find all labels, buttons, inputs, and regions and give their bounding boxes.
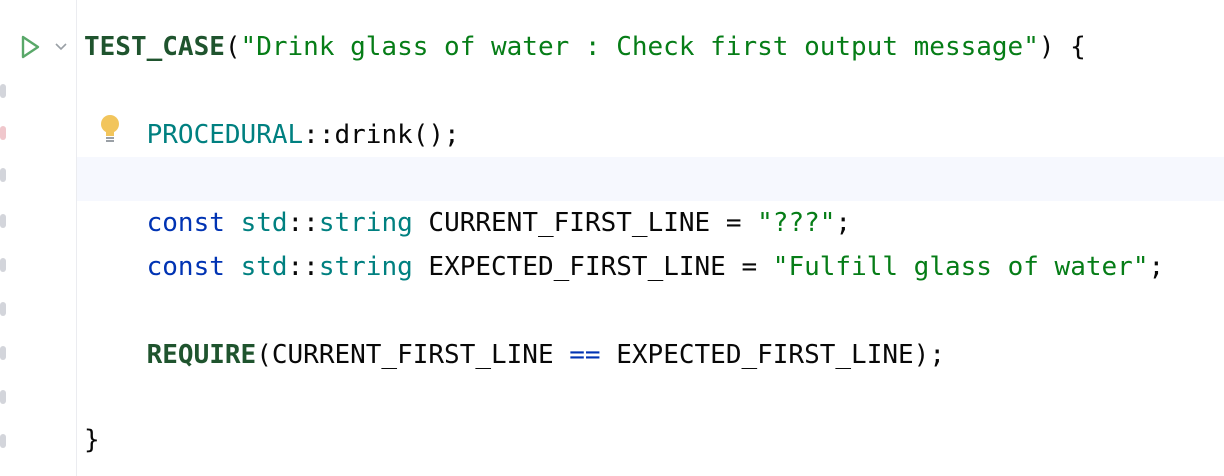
- namespace-token: PROCEDURAL: [146, 120, 304, 150]
- identifier-assignment: EXPECTED_FIRST_LINE =: [412, 252, 773, 282]
- string-literal: "???": [757, 208, 836, 238]
- gutter-line-marker: [0, 390, 6, 404]
- keyword-token: const: [146, 208, 225, 238]
- equality-operator: ==: [569, 340, 601, 370]
- identifier-assignment: CURRENT_FIRST_LINE =: [412, 208, 758, 238]
- code-line-current-first-line[interactable]: const std::string CURRENT_FIRST_LINE = "…: [84, 201, 851, 245]
- paren-token: (: [224, 32, 241, 62]
- semicolon: ;: [1148, 252, 1165, 282]
- current-line-highlight: [0, 157, 1224, 201]
- namespace-token: std: [240, 208, 288, 238]
- code-line-test-case[interactable]: TEST_CASE("Drink glass of water : Check …: [84, 25, 1086, 69]
- code-line-drink-call[interactable]: PROCEDURAL::drink();: [84, 113, 460, 157]
- editor-gutter[interactable]: [0, 0, 77, 476]
- code-line-closing-brace[interactable]: }: [84, 418, 100, 462]
- macro-token: REQUIRE: [146, 340, 257, 370]
- type-token: string: [318, 208, 413, 238]
- scope-operator: ::: [287, 252, 319, 282]
- gutter-line-marker: [0, 126, 6, 140]
- gutter-line-marker: [0, 434, 6, 448]
- scope-operator: ::: [303, 120, 335, 150]
- gutter-line-marker: [0, 168, 6, 182]
- gutter-line-marker: [0, 302, 6, 316]
- code-line-expected-first-line[interactable]: const std::string EXPECTED_FIRST_LINE = …: [84, 245, 1165, 289]
- run-icon[interactable]: [18, 35, 42, 59]
- closing-brace: }: [84, 425, 100, 455]
- semicolon: ;: [835, 208, 852, 238]
- gutter-line-marker: [0, 84, 6, 98]
- macro-token: TEST_CASE: [84, 32, 225, 62]
- string-literal: "Fulfill glass of water": [772, 252, 1149, 282]
- chevron-down-icon[interactable]: [54, 40, 68, 54]
- gutter-line-marker: [0, 258, 6, 272]
- function-call: drink();: [334, 120, 460, 150]
- scope-operator: ::: [287, 208, 319, 238]
- namespace-token: std: [240, 252, 288, 282]
- gutter-line-marker: [0, 346, 6, 360]
- gutter-line-marker: [0, 214, 6, 228]
- brace-token: ) {: [1038, 32, 1086, 62]
- keyword-token: const: [146, 252, 225, 282]
- argument-right: EXPECTED_FIRST_LINE);: [600, 340, 945, 370]
- code-line-require[interactable]: REQUIRE(CURRENT_FIRST_LINE == EXPECTED_F…: [84, 333, 945, 377]
- type-token: string: [318, 252, 413, 282]
- code-editor[interactable]: TEST_CASE("Drink glass of water : Check …: [0, 0, 1224, 476]
- string-literal: "Drink glass of water : Check first outp…: [240, 32, 1039, 62]
- argument-left: (CURRENT_FIRST_LINE: [256, 340, 570, 370]
